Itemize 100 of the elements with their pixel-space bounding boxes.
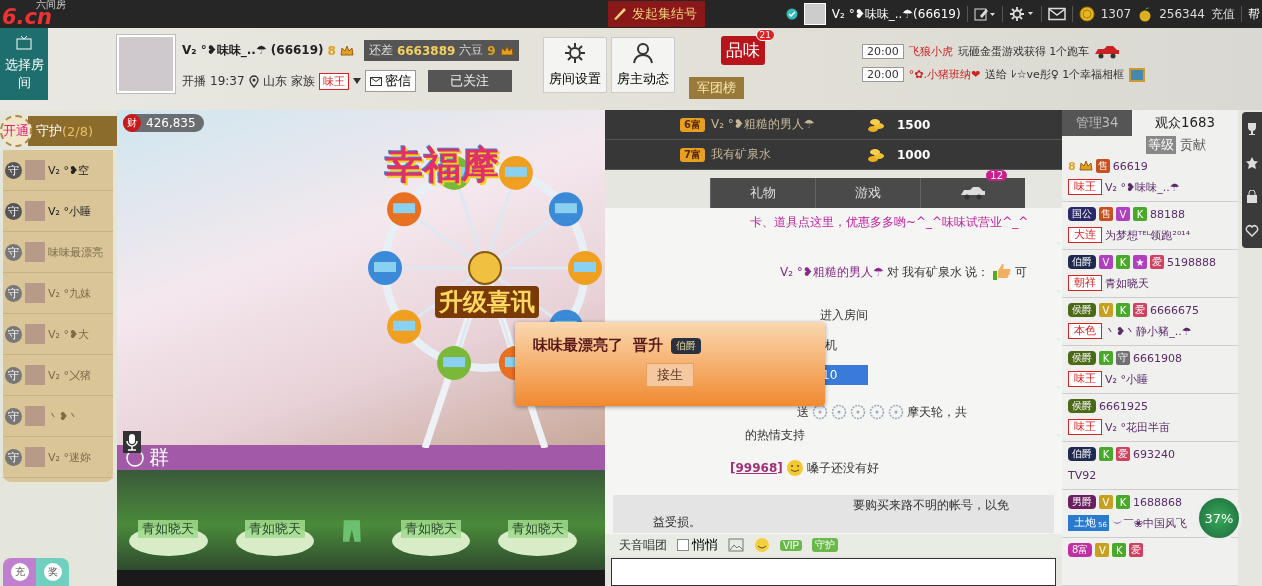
avatar xyxy=(25,160,45,180)
user-name[interactable]: V₂ °❥粗糙的男人☂ xyxy=(780,262,884,282)
audience-entry[interactable]: 国公 售 V K 88188 大连 为梦想ᵀᴱᴸ领跑²⁰¹⁴ xyxy=(1062,202,1197,249)
audience-entry[interactable]: 8 售 66619 味王 V₂ °❥味味_..☂ xyxy=(1062,154,1186,201)
guard-member[interactable]: 守 V₂ °❥大 xyxy=(3,314,113,355)
user-name[interactable]: 我有矿泉水 xyxy=(710,146,861,163)
rank-amount: 1500 xyxy=(896,117,931,132)
guard-member[interactable]: 守 V₂ °〤猪 xyxy=(3,355,113,396)
announcement-user[interactable]: 飞狼小虎 xyxy=(908,44,953,59)
channel-name[interactable]: 天音唱团 xyxy=(619,536,667,554)
family-tag: 土炮 $_{56}$ xyxy=(1068,515,1109,531)
user-name[interactable]: V₂ °❥粗糙的男人☂ xyxy=(710,116,861,133)
guard-badge: 守 xyxy=(5,202,22,220)
title-badge: 伯爵 xyxy=(1068,447,1096,461)
user-name[interactable]: 我有矿泉水 xyxy=(901,262,962,282)
audience-entry[interactable]: 侯爵 V K 爱 6666675 本色 丶❥丶静小豬_..☂ xyxy=(1062,298,1205,345)
guard-member[interactable]: 守 V₂ °小睡 xyxy=(3,191,113,232)
microphone-icon[interactable] xyxy=(123,431,141,453)
privilege-badge: V xyxy=(1095,543,1110,557)
audience-entry[interactable]: 侯爵 6661925 味王 V₂ °花田半亩 xyxy=(1062,394,1176,441)
animation-caption: 升级喜讯 xyxy=(435,286,539,318)
rally-button[interactable]: 发起集结号 xyxy=(608,1,705,27)
bag-icon[interactable] xyxy=(1245,190,1259,204)
privilege-badge: 爱 xyxy=(1129,543,1144,557)
open-guard-button[interactable]: 开通 xyxy=(0,115,32,147)
heart-icon[interactable] xyxy=(1245,224,1259,238)
wealth-badge: 6富 xyxy=(680,117,705,132)
room-action-button[interactable]: 房间设置 xyxy=(543,37,607,93)
message-button[interactable]: 密信 xyxy=(364,70,416,92)
location-pin-icon xyxy=(248,74,259,88)
side-action-button[interactable]: 充 xyxy=(3,558,36,586)
chat-tab[interactable] xyxy=(920,178,1025,208)
settings-icon[interactable] xyxy=(1008,6,1035,22)
coin-stack-icon xyxy=(866,146,885,163)
seal-count: 21 xyxy=(755,29,775,41)
announcement-text: 送给 ﾚ☆ve彤♀ 1个幸福相框 xyxy=(985,67,1125,82)
user-id: 6666675 xyxy=(1150,303,1199,317)
follow-button[interactable]: 已关注 xyxy=(427,70,512,92)
privilege-badge: V xyxy=(1099,495,1113,509)
chat-tab[interactable]: 游戏 xyxy=(815,178,920,208)
privilege-badge: K xyxy=(1116,495,1130,509)
guard-member[interactable]: 守 味味最漂亮 xyxy=(3,232,113,273)
group-bar[interactable]: 群 xyxy=(117,445,605,470)
announcement-user[interactable]: °✿.小猪班纳❤ xyxy=(908,67,981,82)
wheel-icon xyxy=(850,404,866,420)
privilege-badge: K xyxy=(1099,351,1113,365)
audience-entry[interactable]: 男爵 V K 1688868 土炮 $_{56}$ ︶￣❀中国风飞 xyxy=(1062,490,1194,537)
congratulate-button[interactable]: 接生 xyxy=(646,363,694,387)
checkbox[interactable] xyxy=(677,539,689,551)
audience-entry[interactable]: 8富 V K 爱 xyxy=(1062,538,1150,585)
user-id-link[interactable]: [99968] xyxy=(730,458,783,478)
avatar xyxy=(25,283,45,303)
location: 山东 xyxy=(262,72,287,90)
privilege-badge: K xyxy=(1133,207,1147,221)
level-number: 8 xyxy=(1068,159,1076,173)
wealth-value: 426,835 xyxy=(146,116,196,130)
guard-member[interactable]: 守 V₂ °九妹 xyxy=(3,273,113,314)
caret-icon[interactable] xyxy=(352,78,361,84)
host-name[interactable]: V₂ °❥味味_..☂ (66619) xyxy=(182,42,324,59)
list-tab[interactable]: 管理34 xyxy=(1062,110,1132,136)
chat-tab[interactable]: 礼物 xyxy=(710,178,815,208)
message-text: 的热情支持 xyxy=(745,427,805,444)
sort-tab[interactable]: 贡献 xyxy=(1178,135,1208,154)
trophy-icon[interactable] xyxy=(1245,122,1259,136)
family-tag[interactable]: 味王 xyxy=(318,72,349,90)
audience-entry[interactable]: 伯爵 V K ★ 爱 5198888 朝祥 青如晓天 xyxy=(1062,250,1222,297)
recharge-link[interactable]: 充值 xyxy=(1211,5,1235,23)
room-action-button[interactable]: 房主动态 xyxy=(611,37,675,93)
audience-entry[interactable]: 伯爵 K 爱 693240 TV92 xyxy=(1062,442,1181,489)
chat-input-field[interactable] xyxy=(611,558,1056,586)
member-name: V₂ °❥大 xyxy=(48,326,90,342)
edit-icon[interactable] xyxy=(973,7,996,21)
wealth-badge: 7富 xyxy=(680,147,705,162)
help-link[interactable]: 帮 xyxy=(1248,5,1260,23)
side-action-button[interactable]: 奖 xyxy=(36,558,69,586)
guard-member[interactable]: 守 V₂ °❥空 xyxy=(3,150,113,191)
audience-entry[interactable]: 侯爵 K 守 6661908 味王 V₂ °小睡 xyxy=(1062,346,1188,393)
user-name[interactable]: V₂ °❥味味_..☂(66619) xyxy=(831,5,961,23)
star-icon[interactable] xyxy=(1245,156,1259,170)
stage-name[interactable]: 青如晓天 xyxy=(244,520,305,538)
stage-name[interactable]: 青如晓天 xyxy=(138,520,199,538)
family-tag: 大连 xyxy=(1068,227,1102,243)
whisper-checkbox[interactable]: 悄悄 xyxy=(677,536,718,554)
system-text: 益受损。 xyxy=(652,514,702,531)
guard-member[interactable]: 守 V₂ °迷妳 xyxy=(3,437,113,478)
avatar xyxy=(25,201,45,221)
wealth-icon-label: 财 xyxy=(123,114,141,132)
logo-caption: 六间房 xyxy=(36,0,67,10)
guard-member[interactable]: 守 丶❥丶 xyxy=(3,396,113,437)
mail-icon[interactable] xyxy=(1047,7,1066,21)
smiley-icon[interactable] xyxy=(754,537,770,553)
stage-name[interactable]: 青如晓天 xyxy=(507,520,568,538)
guard-badge: 守 xyxy=(5,366,22,384)
avatar[interactable] xyxy=(803,3,826,25)
room-select-button[interactable]: 选择房间 xyxy=(0,28,48,100)
status-check-icon[interactable] xyxy=(785,8,798,20)
wheel-icon xyxy=(831,404,847,420)
gap-label: 还差 xyxy=(368,42,393,59)
image-icon[interactable] xyxy=(728,538,744,552)
stage-name[interactable]: 青如晓天 xyxy=(401,520,462,538)
